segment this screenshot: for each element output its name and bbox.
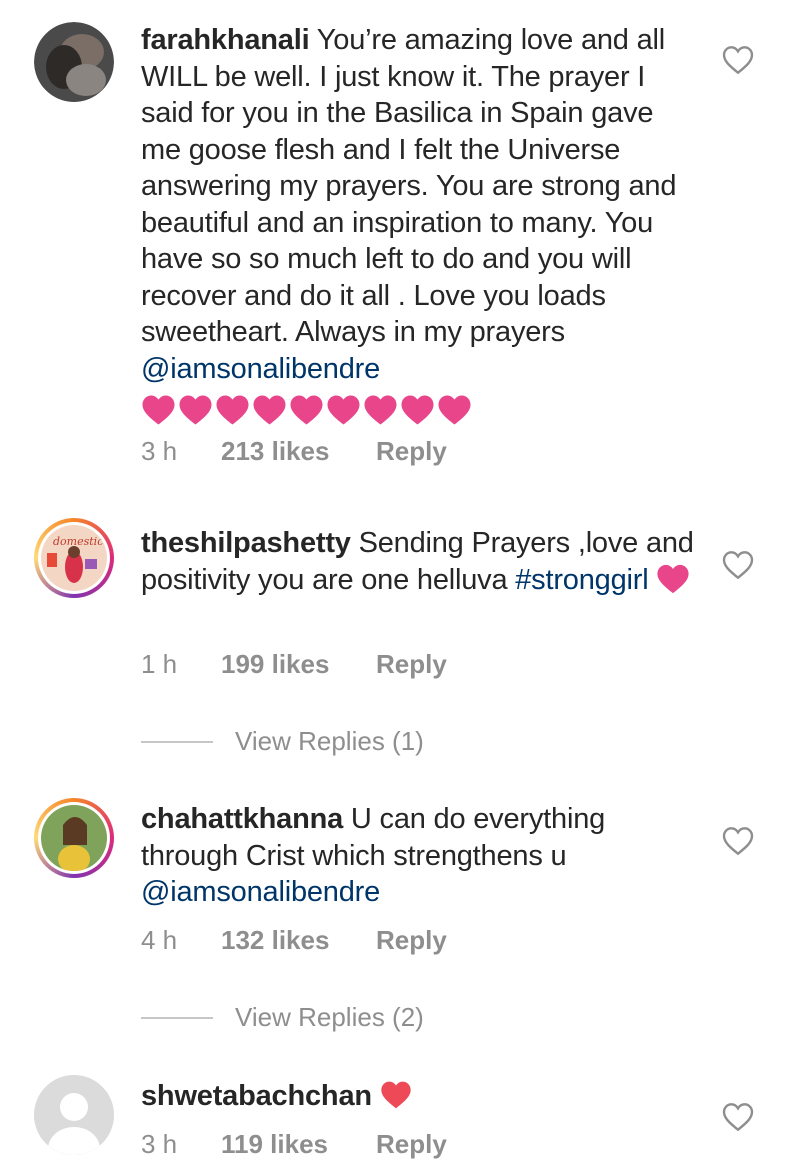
- like-heart-icon[interactable]: [722, 1102, 754, 1132]
- view-replies-button[interactable]: View Replies (1): [141, 726, 424, 757]
- like-heart-icon[interactable]: [722, 826, 754, 856]
- emoji-hearts: [141, 393, 701, 427]
- avatar[interactable]: [34, 1075, 114, 1155]
- pink-heart-icon: [289, 394, 324, 426]
- username[interactable]: farahkhanali: [141, 24, 310, 56]
- timestamp: 3 h: [141, 436, 178, 466]
- svg-text:domestic: domestic: [53, 535, 103, 548]
- username[interactable]: theshilpashetty: [141, 527, 351, 559]
- comment-meta: 3 h 119 likes Reply: [141, 1129, 447, 1160]
- profile-photo-icon: domestic: [41, 525, 107, 591]
- red-heart-icon: [380, 1080, 412, 1110]
- comment-body: shwetabachchan: [141, 1078, 701, 1115]
- comment-text: You’re amazing love and all WILL be well…: [141, 24, 677, 348]
- pink-heart-icon: [252, 394, 287, 426]
- pink-heart-icon: [178, 394, 213, 426]
- avatar[interactable]: [34, 798, 114, 878]
- profile-photo-icon: [34, 22, 114, 102]
- reply-button[interactable]: Reply: [376, 436, 447, 467]
- pink-heart-icon: [141, 394, 176, 426]
- username[interactable]: chahattkhanna: [141, 803, 343, 835]
- profile-photo-icon: [41, 805, 107, 873]
- likes-count[interactable]: 132 likes: [221, 925, 376, 956]
- comment-meta: 3 h 213 likes Reply: [141, 436, 447, 467]
- timestamp: 1 h: [141, 649, 178, 679]
- divider-line: [141, 740, 213, 743]
- like-heart-icon[interactable]: [722, 45, 754, 75]
- view-replies-button[interactable]: View Replies (2): [141, 1002, 424, 1033]
- pink-heart-icon: [400, 394, 435, 426]
- pink-heart-icon: [326, 394, 361, 426]
- pink-heart-icon: [215, 394, 250, 426]
- comment-body: farahkhanali You’re amazing love and all…: [141, 22, 701, 427]
- likes-count[interactable]: 119 likes: [221, 1129, 376, 1160]
- mention-link[interactable]: @iamsonalibendre: [141, 353, 380, 385]
- mention-link[interactable]: @iamsonalibendre: [141, 876, 380, 908]
- hashtag-link[interactable]: #stronggirl: [515, 564, 648, 596]
- comment-body: chahattkhanna U can do everything throug…: [141, 801, 701, 911]
- likes-count[interactable]: 199 likes: [221, 649, 376, 680]
- timestamp: 3 h: [141, 1129, 178, 1159]
- pink-heart-icon: [363, 394, 398, 426]
- reply-button[interactable]: Reply: [376, 1129, 447, 1160]
- reply-button[interactable]: Reply: [376, 649, 447, 680]
- default-avatar-icon: [34, 1075, 114, 1155]
- avatar[interactable]: domestic: [34, 518, 114, 598]
- comment-meta: 4 h 132 likes Reply: [141, 925, 447, 956]
- view-replies-label[interactable]: View Replies (2): [235, 1002, 424, 1033]
- comment-body: theshilpashetty Sending Prayers ,love an…: [141, 525, 701, 598]
- likes-count[interactable]: 213 likes: [221, 436, 376, 467]
- sparkling-heart-icon: [656, 563, 690, 595]
- divider-line: [141, 1016, 213, 1019]
- view-replies-label[interactable]: View Replies (1): [235, 726, 424, 757]
- username[interactable]: shwetabachchan: [141, 1080, 372, 1112]
- avatar[interactable]: [34, 22, 114, 102]
- pink-heart-icon: [437, 394, 472, 426]
- like-heart-icon[interactable]: [722, 550, 754, 580]
- reply-button[interactable]: Reply: [376, 925, 447, 956]
- timestamp: 4 h: [141, 925, 178, 955]
- comment-meta: 1 h 199 likes Reply: [141, 649, 447, 680]
